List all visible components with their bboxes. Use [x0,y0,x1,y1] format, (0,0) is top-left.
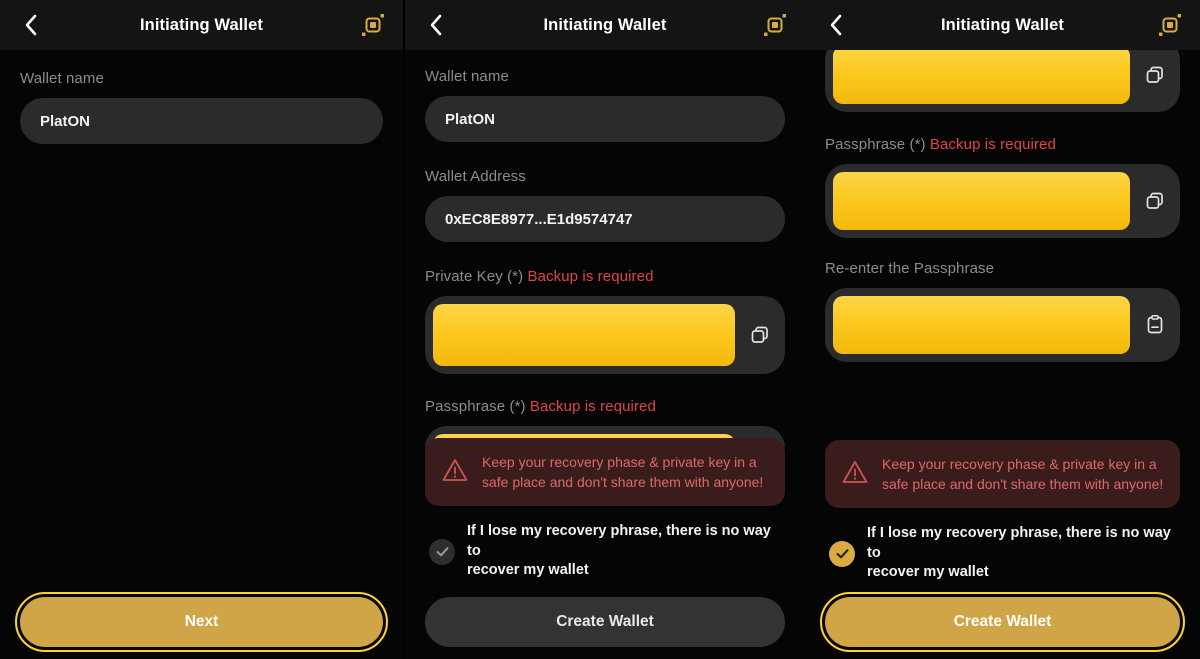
private-key-value-masked[interactable] [433,304,735,366]
field-group-private-key: Private Key (*) Backup is required [425,268,785,374]
security-warning-banner: Keep your recovery phase & private key i… [825,439,1180,509]
qr-scan-icon [764,14,786,36]
consent-row[interactable]: If I lose my recovery phrase, there is n… [425,506,785,581]
consent-label: If I lose my recovery phrase, there is n… [867,524,1176,583]
security-warning-line-1: Keep your recovery phase & private key i… [482,453,757,470]
private-key-required-note: Backup is required [527,268,654,285]
copy-private-key-button[interactable] [1138,58,1172,92]
copy-icon [1146,66,1163,83]
form-body-step-2[interactable]: Wallet name PlatON Wallet Address 0xEC8E… [405,50,805,447]
field-group-passphrase: Passphrase (*) Backup is required [825,136,1180,238]
security-warning-text: Keep your recovery phase & private key i… [482,452,763,493]
consent-label: If I lose my recovery phrase, there is n… [467,522,781,581]
consent-row[interactable]: If I lose my recovery phrase, there is n… [825,508,1180,583]
field-group-re-enter-passphrase: Re-enter the Passphrase [825,260,1180,362]
footer-step-3: Keep your recovery phase & private key i… [805,439,1200,659]
consent-line-2: recover my wallet [867,564,989,581]
back-button[interactable] [14,8,48,42]
consent-checkbox[interactable] [429,538,455,565]
app-bar-step-2: Initiating Wallet [405,0,805,50]
private-key-field[interactable] [425,296,785,374]
check-circle-icon [436,547,448,557]
private-key-field[interactable] [825,50,1180,112]
footer-step-2: Keep your recovery phase & private key i… [405,437,805,659]
private-key-label-text: Private Key (*) [425,268,524,285]
wallet-name-label: Wallet name [425,68,509,85]
re-enter-passphrase-field[interactable] [825,288,1180,362]
qr-scan-button[interactable] [1154,9,1186,41]
wallet-address-label: Wallet Address [425,168,526,185]
field-group-wallet-address: Wallet Address 0xEC8E8977...E1d9574747 [425,168,785,242]
passphrase-required-note: Backup is required [929,136,1056,153]
wallet-name-label: Wallet name [20,70,104,87]
private-key-value-masked[interactable] [833,50,1130,104]
next-button[interactable]: Next [15,592,388,652]
qr-scan-button[interactable] [357,9,389,41]
consent-checkbox[interactable] [829,540,855,567]
warning-icon-wrap [841,458,869,491]
passphrase-value-masked[interactable] [833,172,1130,230]
consent-line-1: If I lose my recovery phrase, there is n… [467,523,771,559]
chevron-left-icon [830,14,842,36]
footer-spacer [825,583,1180,597]
security-warning-text: Keep your recovery phase & private key i… [882,454,1163,495]
copy-passphrase-button[interactable] [1138,184,1172,218]
re-enter-passphrase-label: Re-enter the Passphrase [825,260,995,277]
private-key-label: Private Key (*) Backup is required [425,268,785,285]
copy-icon [1146,192,1163,209]
paste-passphrase-button[interactable] [1138,308,1172,342]
qr-scan-button[interactable] [759,9,791,41]
back-button[interactable] [819,8,853,42]
check-circle-icon [835,549,849,559]
page-title: Initiating Wallet [940,15,1064,34]
security-warning-line-2: safe place and don't share them with any… [882,476,1164,493]
passphrase-label: Passphrase (*) Backup is required [425,398,785,415]
paste-clipboard-icon [1147,315,1163,334]
app-bar-step-1: Initiating Wallet [0,0,403,50]
copy-icon [751,326,768,343]
security-warning-line-1: Keep your recovery phase & private key i… [882,455,1157,472]
form-body-step-1: Wallet name PlatON [0,50,403,659]
passphrase-label: Passphrase (*) Backup is required [825,136,1180,153]
passphrase-label-text: Passphrase (*) [425,398,526,415]
wallet-onboarding-screens: Initiating Wallet Wallet name PlatON Nex… [0,0,1200,659]
footer-spacer [425,581,785,597]
passphrase-required-note: Backup is required [529,398,656,415]
form-body-step-3[interactable]: Passphrase (*) Backup is required Re-ent… [805,50,1200,447]
passphrase-field[interactable] [825,164,1180,238]
page-title: Initiating Wallet [139,15,263,34]
screen-step-2: Initiating Wallet Wallet name PlatON Wal… [405,0,805,659]
security-warning-line-2: safe place and don't share them with any… [482,474,764,491]
field-group-wallet-name: Wallet name PlatON [425,50,785,142]
security-warning-banner: Keep your recovery phase & private key i… [425,437,785,507]
re-enter-passphrase-value-masked[interactable] [833,296,1130,354]
page-title: Initiating Wallet [543,15,667,34]
chevron-left-icon [25,14,37,36]
warning-triangle-icon [842,460,868,483]
copy-private-key-button[interactable] [743,318,777,352]
create-wallet-button[interactable]: Create Wallet [425,597,785,647]
passphrase-label-text: Passphrase (*) [825,136,926,153]
screen-step-1: Initiating Wallet Wallet name PlatON Nex… [0,0,403,659]
consent-line-2: recover my wallet [467,562,589,579]
back-button[interactable] [419,8,453,42]
screen-step-3: Initiating Wallet Passphrase (*) Backup … [805,0,1200,659]
app-bar-step-3: Initiating Wallet [805,0,1200,50]
chevron-left-icon [430,14,442,36]
qr-scan-icon [362,14,384,36]
consent-line-1: If I lose my recovery phrase, there is n… [867,525,1171,561]
warning-triangle-icon [442,458,468,481]
create-wallet-button[interactable]: Create Wallet [820,592,1185,652]
warning-icon-wrap [441,456,469,489]
wallet-address-input[interactable]: 0xEC8E8977...E1d9574747 [425,196,785,242]
wallet-name-input[interactable]: PlatON [20,98,383,144]
field-group-private-key [825,50,1180,112]
wallet-name-input[interactable]: PlatON [425,96,785,142]
cta-container-step-1: Next [0,592,403,659]
qr-scan-icon [1159,14,1181,36]
field-group-wallet-name: Wallet name PlatON [20,50,383,144]
